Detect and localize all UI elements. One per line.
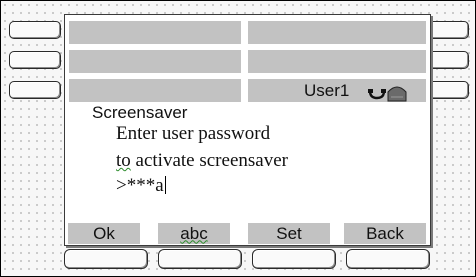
left-line-key-1[interactable] xyxy=(9,21,61,39)
status-icons xyxy=(366,80,424,109)
instruction-line-2-text: activate screensaver xyxy=(130,150,288,171)
softkey-button-3[interactable] xyxy=(252,249,336,269)
mailbox-icon xyxy=(387,86,407,102)
password-entry[interactable]: >***a xyxy=(116,175,166,197)
left-line-key-3[interactable] xyxy=(9,81,61,99)
softkey-label-ok[interactable]: Ok xyxy=(68,223,140,244)
softkey-button-4[interactable] xyxy=(346,249,430,269)
left-line-key-2[interactable] xyxy=(9,51,61,69)
line-appearance-bar-1-right xyxy=(248,21,426,44)
masked-characters: *** xyxy=(126,175,156,196)
line-appearance-bar-2-left xyxy=(69,50,241,73)
screensaver-title: Screensaver xyxy=(92,103,188,122)
prompt-symbol: > xyxy=(116,175,127,196)
softkey-label-back[interactable]: Back xyxy=(344,223,426,244)
instruction-line-2: to activate screensaver xyxy=(116,150,288,172)
spellcheck-word: to xyxy=(116,150,131,171)
user-label: User1 xyxy=(304,81,350,100)
phone-display-frame: User1 Screensaver Enter user password to… xyxy=(0,0,476,277)
softkey-label-abc-text: abc xyxy=(180,223,208,243)
instruction-line-1: Enter user password xyxy=(116,123,271,144)
softkey-button-1[interactable] xyxy=(64,249,148,269)
softkey-label-set[interactable]: Set xyxy=(248,223,330,244)
lcd-screen: User1 Screensaver Enter user password to… xyxy=(64,14,431,246)
line-appearance-bar-2-right xyxy=(248,50,426,73)
softkey-button-2[interactable] xyxy=(158,249,242,269)
softkey-label-abc[interactable]: abc xyxy=(158,223,230,244)
handset-icon xyxy=(368,89,386,100)
line-appearance-bar-1-left xyxy=(69,21,241,44)
line-appearance-bar-3-left xyxy=(69,79,241,102)
entered-character: a xyxy=(155,175,164,196)
text-cursor xyxy=(164,176,166,194)
